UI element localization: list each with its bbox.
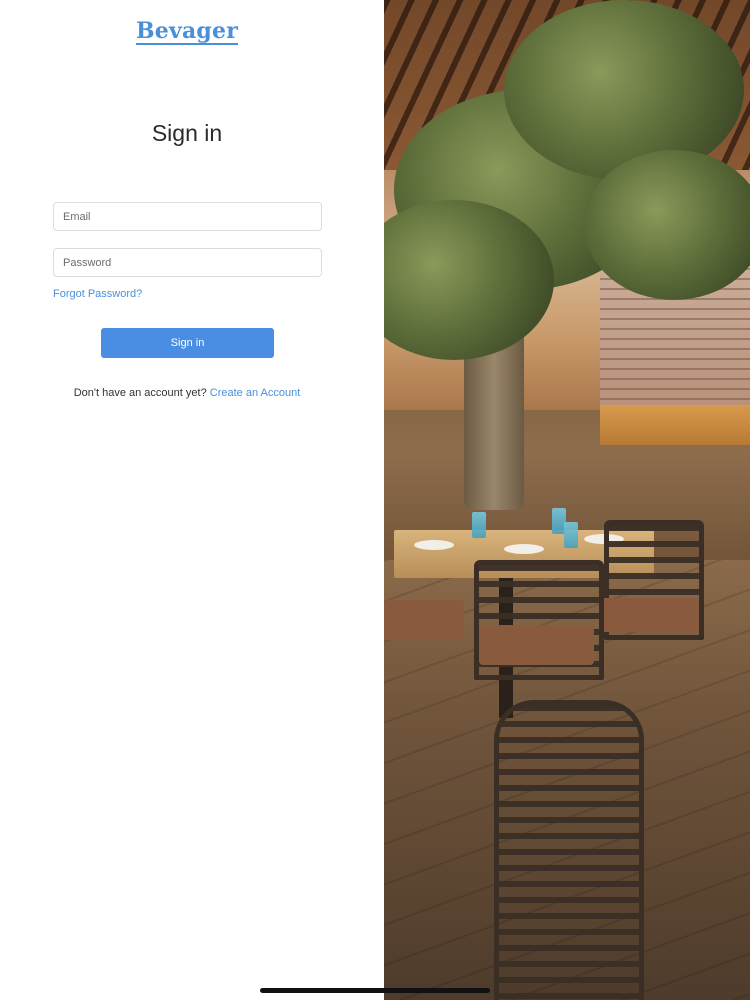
photo-plate bbox=[504, 544, 544, 554]
photo-chair-cushion bbox=[599, 598, 699, 632]
photo-glass bbox=[564, 522, 578, 548]
photo-plate bbox=[414, 540, 454, 550]
forgot-password-link[interactable]: Forgot Password? bbox=[53, 288, 142, 300]
brand-logo-text: Bevager bbox=[135, 18, 238, 45]
create-account-link[interactable]: Create an Account bbox=[210, 387, 301, 399]
signup-row: Don't have an account yet? Create an Acc… bbox=[0, 387, 374, 399]
page-title: Sign in bbox=[151, 120, 223, 146]
photo-tree-canopy bbox=[584, 150, 750, 300]
signup-prompt: Don't have an account yet? bbox=[73, 387, 207, 399]
email-field[interactable] bbox=[53, 202, 322, 231]
sign-in-button[interactable]: Sign in bbox=[101, 328, 274, 358]
photo-tree-canopy bbox=[504, 0, 744, 180]
brand-logo: Bevager bbox=[0, 18, 374, 45]
photo-glass bbox=[472, 512, 486, 538]
password-field[interactable] bbox=[53, 248, 322, 277]
login-panel: Bevager Sign in Forgot Password? Sign in… bbox=[0, 0, 384, 1000]
home-indicator[interactable] bbox=[260, 988, 490, 993]
photo-chair-cushion bbox=[384, 600, 464, 640]
photo-counter bbox=[600, 405, 750, 445]
restaurant-photo bbox=[384, 0, 750, 1000]
photo-chair-cushion bbox=[479, 625, 594, 665]
sign-in-screen: Bevager Sign in Forgot Password? Sign in… bbox=[0, 0, 750, 1000]
photo-chair bbox=[494, 700, 644, 1000]
